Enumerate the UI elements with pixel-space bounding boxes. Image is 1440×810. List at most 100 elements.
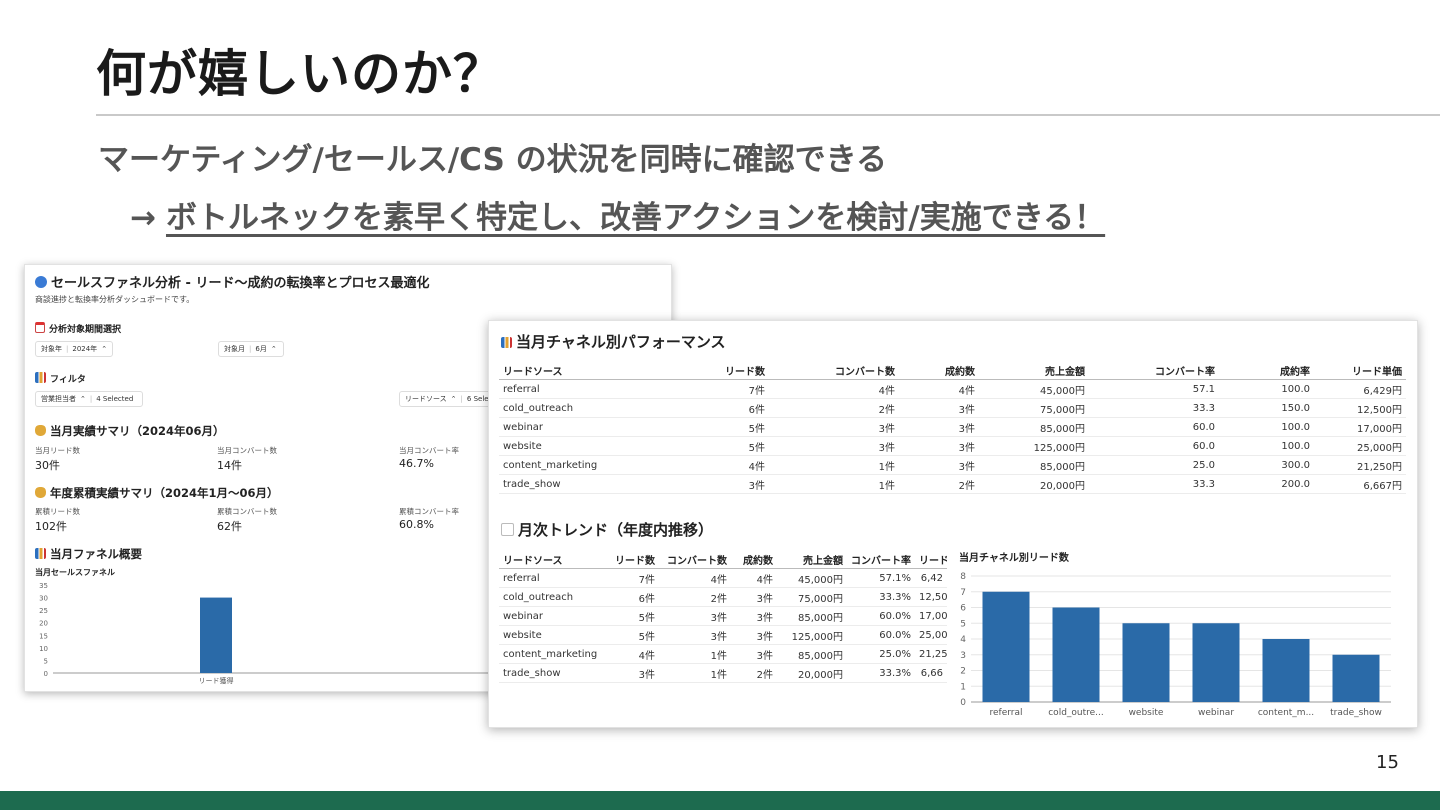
metric-value: 30件 <box>35 459 60 472</box>
table-cell: 1件 <box>769 455 899 475</box>
x-tick-label: referral <box>989 708 1022 718</box>
metric-label: 累積リード数 <box>35 507 80 516</box>
table-row: referral 7件 4件 4件 45,000円 57.1% 6,42 <box>499 568 947 588</box>
table-cell: referral <box>499 379 649 399</box>
bar <box>982 591 1030 702</box>
channel-header-cell: 成約率 <box>1219 361 1314 380</box>
table-cell: 3件 <box>899 436 979 456</box>
money-bag-icon <box>35 487 46 498</box>
y-tick-label: 10 <box>39 645 48 653</box>
table-cell: 85,000円 <box>979 417 1089 437</box>
table-cell: 200.0 <box>1219 474 1314 494</box>
trend-header-cell: 売上金額 <box>777 550 847 569</box>
slide-title: 何が嬉しいのか？ <box>96 45 504 103</box>
metric-label: 累積コンバート率 <box>399 507 459 516</box>
channel-header-cell: リード単価 <box>1314 361 1406 380</box>
table-cell: 1件 <box>769 474 899 494</box>
table-cell: 3件 <box>899 417 979 437</box>
table-cell: 3件 <box>769 417 899 437</box>
y-tick-label: 30 <box>39 595 48 603</box>
table-row: webinar 5件 3件 3件 85,000円 60.0% 17,00 <box>499 606 947 626</box>
y-tick-label: 5 <box>960 619 966 629</box>
table-cell: 3件 <box>899 455 979 475</box>
table-cell: 100.0 <box>1219 436 1314 456</box>
bar-chart-icon <box>35 372 46 383</box>
table-cell: cold_outreach <box>499 587 597 607</box>
table-cell: 1件 <box>659 663 731 683</box>
table-cell: 75,000円 <box>777 587 847 607</box>
y-tick-label: 0 <box>44 670 48 678</box>
x-tick-label: cold_outre... <box>1048 708 1104 718</box>
table-cell: 33.3 <box>1089 398 1219 418</box>
table-cell: 4件 <box>659 568 731 588</box>
table-cell: 5件 <box>649 417 769 437</box>
table-cell: 20,000円 <box>979 474 1089 494</box>
footer-bar <box>0 791 1440 810</box>
metric-value: 62件 <box>217 520 242 533</box>
metric-label: 当月コンバート率 <box>399 446 459 455</box>
table-cell: 5件 <box>597 625 659 645</box>
channel-header-cell: コンバート率 <box>1089 361 1219 380</box>
table-cell: cold_outreach <box>499 398 649 418</box>
table-cell: 60.0% <box>847 625 915 645</box>
table-cell: 20,000円 <box>777 663 847 683</box>
page-number: 15 <box>1376 752 1399 773</box>
table-cell: 25.0% <box>847 644 915 664</box>
table-cell: 3件 <box>731 625 777 645</box>
bar <box>1052 607 1100 702</box>
bar <box>1122 623 1170 702</box>
bar-chart-icon <box>501 337 512 348</box>
table-cell: 6,66 <box>915 663 947 683</box>
dashboard-title: セールスファネル分析 - リード〜成約の転換率とプロセス最適化 <box>35 272 429 291</box>
table-cell: 6,42 <box>915 568 947 588</box>
table-cell: 125,000円 <box>979 436 1089 456</box>
channel-performance-heading: 当月チャネル別パフォーマンス <box>501 331 726 352</box>
table-cell: webinar <box>499 417 649 437</box>
table-cell: 45,000円 <box>979 379 1089 399</box>
table-cell: 4件 <box>597 644 659 664</box>
y-tick-label: 1 <box>960 682 966 692</box>
metric-label: 当月リード数 <box>35 446 80 455</box>
chevron-updown-icon: ⌃ <box>80 395 86 403</box>
channel-performance-screenshot: 当月チャネル別パフォーマンス リードソース リード数 コンバート数 成約数 売上金額 コン… <box>488 320 1418 728</box>
table-cell: 300.0 <box>1219 455 1314 475</box>
table-cell: 7件 <box>649 379 769 399</box>
metric-value: 14件 <box>217 459 242 472</box>
bar <box>200 597 232 673</box>
table-cell: 6,429円 <box>1314 379 1406 399</box>
table-cell: website <box>499 625 597 645</box>
y-tick-label: 8 <box>960 572 966 582</box>
bar <box>1262 639 1310 702</box>
table-cell: 3件 <box>649 474 769 494</box>
sales-rep-filter[interactable]: 営業担当者 ⌃ | 4 Selected <box>35 391 143 407</box>
table-cell: 57.1% <box>847 568 915 588</box>
metric-label: 当月コンバート数 <box>217 446 277 455</box>
table-cell: 4件 <box>769 379 899 399</box>
y-tick-label: 4 <box>960 635 966 645</box>
trend-chart-icon <box>501 523 514 536</box>
sync-icon <box>35 276 47 288</box>
table-row: trade_show 3件 1件 2件 20,000円 33.3% 6,66 <box>499 663 947 683</box>
y-tick-label: 25 <box>39 607 48 615</box>
trend-header-cell: リード単 <box>915 550 947 569</box>
table-cell: trade_show <box>499 663 597 683</box>
lead-source-filter[interactable]: リードソース ⌃ | 6 Sele <box>399 391 499 407</box>
table-cell: 4件 <box>649 455 769 475</box>
y-tick-label: 7 <box>960 588 966 598</box>
x-tick-label: リード獲得 <box>199 676 234 685</box>
table-row: website 5件 3件 3件 125,000円 60.0% 25,00 <box>499 625 947 645</box>
y-tick-label: 5 <box>44 657 48 665</box>
month-select[interactable]: 対象月 | 6月 ⌃ <box>218 341 284 357</box>
table-cell: 4件 <box>731 568 777 588</box>
table-cell: 85,000円 <box>777 644 847 664</box>
channel-header-cell: コンバート数 <box>769 361 899 380</box>
table-cell: webinar <box>499 606 597 626</box>
monthly-trend-table: リードソースリード数コンバート数成約数売上金額コンバート率リード単 referr… <box>499 550 947 683</box>
table-cell: 2件 <box>769 398 899 418</box>
table-cell: 3件 <box>731 606 777 626</box>
x-tick-label: webinar <box>1198 708 1234 718</box>
table-cell: 33.3 <box>1089 474 1219 494</box>
table-row: content_marketing 4件 1件 3件 85,000円 25.0 300.0 2… <box>499 455 1406 475</box>
dashboard-description: 商談進捗と転換率分析ダッシュボードです。 <box>35 295 195 304</box>
year-select[interactable]: 対象年 | 2024年 ⌃ <box>35 341 113 357</box>
